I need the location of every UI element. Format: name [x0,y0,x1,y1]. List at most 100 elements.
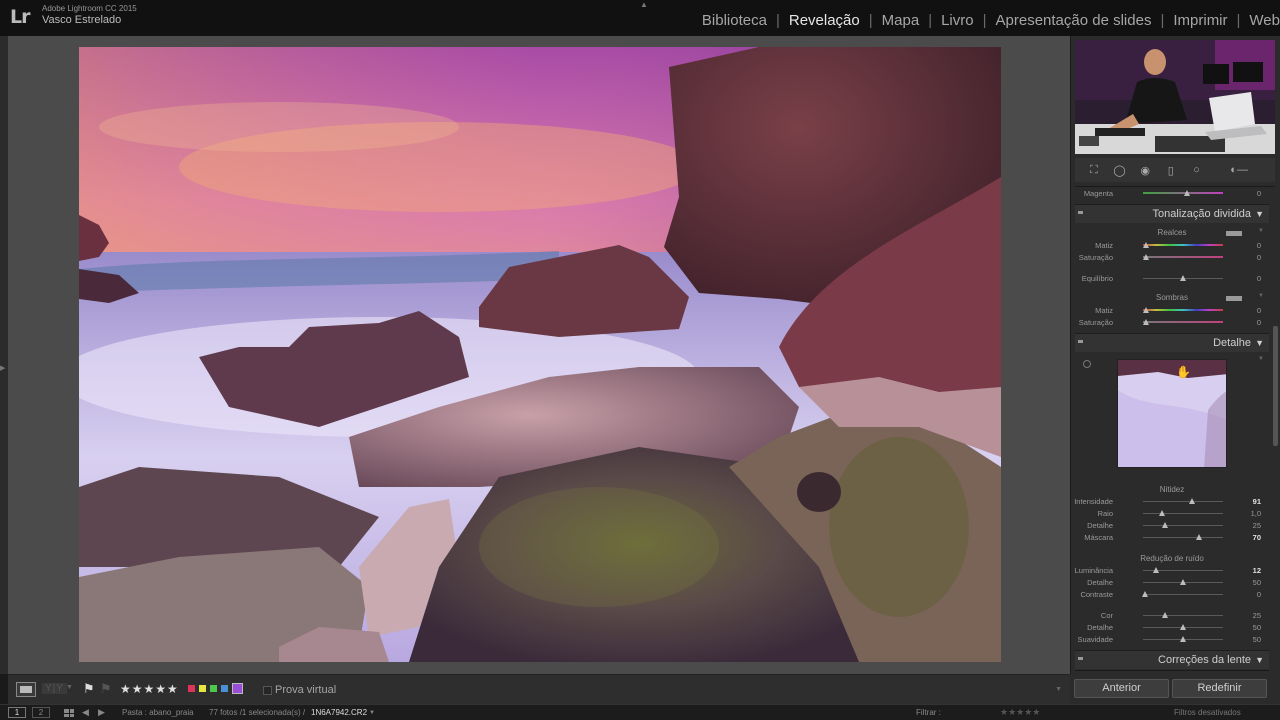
highlights-hue-slider[interactable]: Matiz 0 [1075,240,1269,251]
color-smoothness-slider[interactable]: Suavidade 50 [1075,634,1269,645]
sharpening-amount-slider[interactable]: Intensidade 91 [1074,496,1269,507]
module-book[interactable]: Livro [941,12,974,29]
color-label-red[interactable] [188,685,195,692]
slider-track[interactable] [1143,321,1223,323]
photo-preview[interactable] [79,47,1001,662]
slider-track[interactable] [1143,525,1223,526]
slider-thumb[interactable] [1143,319,1150,325]
slider-value[interactable]: 0 [1237,189,1261,198]
slider-value[interactable]: 91 [1237,497,1261,506]
reset-button[interactable]: Redefinir [1172,679,1267,698]
left-panel-collapsed[interactable] [0,36,8,674]
soft-proof-checkbox[interactable] [263,686,272,695]
filename-dropdown-icon[interactable]: ▼ [369,710,375,716]
module-develop[interactable]: Revelação [789,12,860,29]
crop-tool-icon[interactable]: ⛶ [1086,163,1102,177]
slider-value[interactable]: 0 [1237,306,1261,315]
slider-value[interactable]: 50 [1237,578,1261,587]
color-label-blue[interactable] [221,685,228,692]
before-after-dropdown-icon[interactable]: ▼ [66,684,73,691]
collapse-icon[interactable]: ▼ [1255,209,1264,219]
shadows-saturation-slider[interactable]: Saturação 0 [1075,317,1269,328]
module-map[interactable]: Mapa [882,12,920,29]
slider-thumb[interactable] [1180,636,1186,642]
previous-button[interactable]: Anterior [1074,679,1169,698]
module-library[interactable]: Biblioteca [702,12,767,29]
slider-value[interactable]: 50 [1237,623,1261,632]
slider-value[interactable]: 12 [1237,566,1261,575]
sharpening-radius-slider[interactable]: Raio 1,0 [1075,508,1269,519]
slider-value[interactable]: 0 [1237,590,1261,599]
adjustment-brush-icon[interactable]: ◐— [1214,163,1264,177]
shadows-hue-slider[interactable]: Matiz 0 [1075,305,1269,316]
highlights-saturation-slider[interactable]: Saturação 0 [1075,252,1269,263]
slider-track[interactable] [1143,256,1223,258]
detail-header[interactable]: Detalhe ▼ [1075,333,1269,352]
slider-value[interactable]: 0 [1237,241,1261,250]
color-label-purple[interactable] [232,683,243,694]
shadows-color-swatch[interactable] [1226,296,1242,301]
loupe-view-button[interactable] [16,682,36,697]
luminance-contrast-slider[interactable]: Contraste 0 [1075,589,1269,600]
slider-thumb[interactable] [1152,567,1159,573]
slider-value[interactable]: 25 [1237,611,1261,620]
folder-source[interactable]: Pasta : abano_praia [122,708,194,717]
split-toning-header[interactable]: Tonalização dividida ▼ [1075,204,1269,223]
main-window-button[interactable]: 1 [8,707,26,718]
slider-thumb[interactable] [1161,612,1168,618]
balance-slider[interactable]: Equilíbrio 0 [1075,273,1269,284]
toolbar-content-dropdown-icon[interactable]: ▼ [1055,686,1062,693]
sharpening-masking-slider[interactable]: Máscara 70 [1075,532,1269,543]
slider-value[interactable]: 0 [1237,318,1261,327]
reject-flag-icon[interactable]: ⚑ [100,681,112,697]
color-label-green[interactable] [210,685,217,692]
slider-track[interactable] [1143,309,1223,311]
slider-track[interactable] [1143,615,1223,616]
slider-track[interactable] [1143,513,1223,514]
filter-status[interactable]: Filtros desativados [1174,708,1241,717]
spot-removal-icon[interactable]: ◯ [1111,163,1127,177]
slider-track[interactable] [1143,244,1223,246]
panel-switch-icon[interactable] [1078,211,1083,214]
selected-filename[interactable]: 1N6A7942.CR2 [311,708,367,717]
detail-preview-toggle-icon[interactable]: ▼ [1258,356,1264,362]
slider-value[interactable]: 50 [1237,635,1261,644]
star-rating[interactable]: ★★★★★ [120,682,179,696]
slider-thumb[interactable] [1143,254,1150,260]
red-eye-icon[interactable]: ◉ [1137,163,1153,177]
flag-icon[interactable]: ⚑ [83,681,95,697]
slider-track[interactable] [1143,537,1223,538]
hsl-magenta-slider[interactable]: Magenta 0 [1075,188,1269,199]
back-arrow-icon[interactable]: ◀ [82,707,89,718]
left-panel-toggle-icon[interactable]: ▶ [0,364,5,372]
collapse-icon[interactable]: ▼ [1255,338,1264,348]
slider-thumb[interactable] [1142,591,1149,597]
slider-value[interactable]: 0 [1237,274,1261,283]
luminance-slider[interactable]: Luminância 12 [1075,565,1269,576]
forward-arrow-icon[interactable]: ▶ [98,707,105,718]
radial-filter-icon[interactable]: ○ [1188,163,1204,177]
slider-thumb[interactable] [1188,498,1195,504]
module-print[interactable]: Imprimir [1173,12,1227,29]
slider-track[interactable] [1143,501,1223,502]
slider-track[interactable] [1143,192,1223,194]
slider-thumb[interactable] [1180,275,1186,281]
before-after-button[interactable]: Y|Y [42,683,67,694]
slider-track[interactable] [1143,594,1223,595]
shadows-picker-icon[interactable]: ▼ [1258,293,1264,299]
slider-value[interactable]: 1,0 [1237,509,1261,518]
lens-corrections-header[interactable]: Correções da lente ▼ [1075,650,1269,669]
slider-value[interactable]: 25 [1237,521,1261,530]
sharpening-detail-slider[interactable]: Detalhe 25 [1075,520,1269,531]
detail-target-icon[interactable] [1083,360,1091,368]
slider-thumb[interactable] [1143,242,1150,248]
slider-thumb[interactable] [1196,534,1202,540]
panel-switch-icon[interactable] [1078,657,1083,660]
top-panel-toggle-icon[interactable]: ▲ [640,0,648,9]
secondary-window-button[interactable]: 2 [32,707,50,718]
luminance-detail-slider[interactable]: Detalhe 50 [1075,577,1269,588]
slider-value[interactable]: 0 [1237,253,1261,262]
slider-thumb[interactable] [1180,624,1186,630]
panel-scrollbar[interactable] [1273,326,1278,446]
color-detail-slider[interactable]: Detalhe 50 [1075,622,1269,633]
